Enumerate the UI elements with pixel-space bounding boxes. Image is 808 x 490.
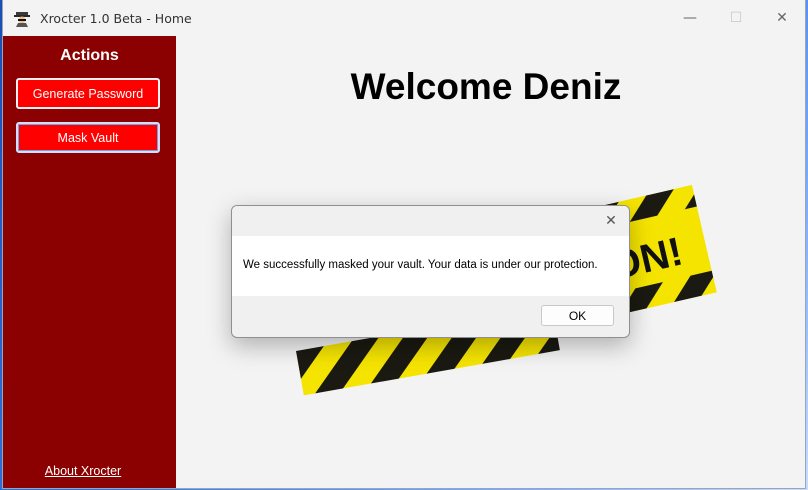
sidebar: Actions Generate Password Mask Vault Abo… bbox=[3, 36, 176, 488]
about-link[interactable]: About Xrocter bbox=[3, 464, 163, 478]
dialog-message: We successfully masked your vault. Your … bbox=[243, 259, 598, 271]
dialog-body: We successfully masked your vault. Your … bbox=[232, 236, 629, 296]
spy-icon bbox=[13, 9, 31, 27]
window-title: Xrocter 1.0 Beta - Home bbox=[40, 10, 192, 26]
mask-vault-button[interactable]: Mask Vault bbox=[16, 122, 160, 153]
ok-button[interactable]: OK bbox=[541, 305, 614, 326]
dialog-title-bar[interactable]: ✕ bbox=[232, 206, 629, 236]
title-bar[interactable]: Xrocter 1.0 Beta - Home — ☐ ✕ bbox=[3, 0, 805, 36]
sidebar-heading: Actions bbox=[60, 47, 119, 64]
minimize-button[interactable]: — bbox=[667, 0, 713, 36]
welcome-heading: Welcome Deniz bbox=[350, 66, 622, 107]
generate-password-button[interactable]: Generate Password bbox=[16, 78, 160, 109]
app-window: Xrocter 1.0 Beta - Home — ☐ ✕ Actions Ge… bbox=[3, 0, 805, 488]
window-controls: — ☐ ✕ bbox=[667, 0, 805, 36]
message-dialog: ✕ We successfully masked your vault. You… bbox=[231, 205, 630, 338]
maximize-button[interactable]: ☐ bbox=[713, 0, 759, 36]
dialog-close-icon[interactable]: ✕ bbox=[601, 211, 621, 231]
close-button[interactable]: ✕ bbox=[759, 0, 805, 36]
